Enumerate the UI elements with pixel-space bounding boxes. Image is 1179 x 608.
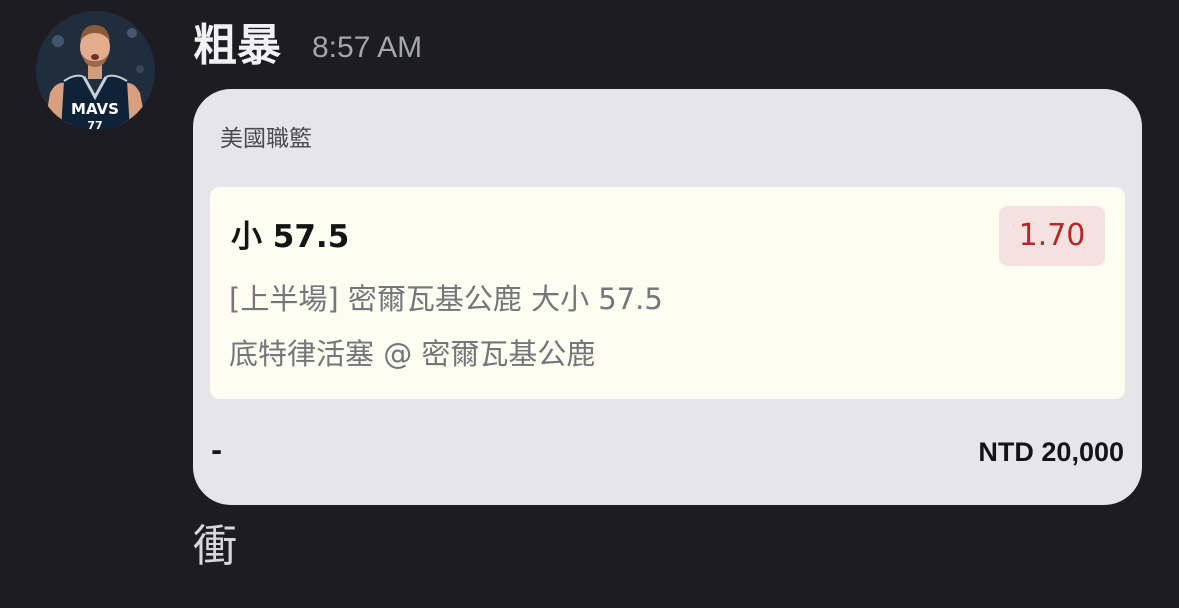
avatar-player-icon: MAVS 77 [36, 11, 155, 130]
league-label: 美國職籃 [220, 126, 312, 152]
bet-selection[interactable]: 小 57.5 1.70 [上半場] 密爾瓦基公鹿 大小 57.5 底特律活塞 @… [210, 187, 1125, 399]
message-timestamp: 8:57 AM [312, 31, 423, 64]
svg-text:MAVS: MAVS [71, 100, 119, 118]
message-username[interactable]: 粗暴 [193, 14, 281, 78]
user-avatar[interactable]: MAVS 77 [36, 11, 155, 130]
bet-pick: 小 57.5 [231, 219, 350, 255]
stake-label: - [211, 436, 223, 467]
bet-slip-card[interactable]: 美國職籃 小 57.5 1.70 [上半場] 密爾瓦基公鹿 大小 57.5 底特… [193, 89, 1142, 505]
message-text: 衝 [193, 521, 237, 572]
svg-text:77: 77 [87, 119, 102, 130]
odds-badge: 1.70 [999, 206, 1105, 266]
bet-market: [上半場] 密爾瓦基公鹿 大小 57.5 [229, 282, 663, 316]
bet-event: 底特律活塞 @ 密爾瓦基公鹿 [229, 337, 596, 371]
chat-message: MAVS 77 粗暴 8:57 AM 美國職籃 小 57.5 1.70 [上半場… [0, 0, 1179, 608]
stake-amount: NTD 20,000 [978, 437, 1124, 467]
